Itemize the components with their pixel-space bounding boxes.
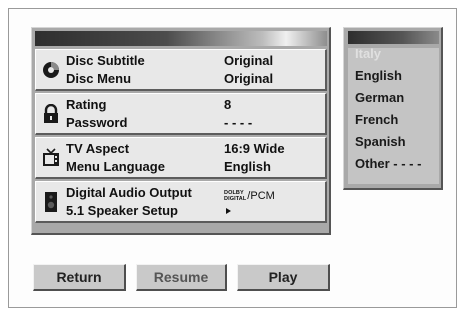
dolby-digital-logo: DOLBY DIGITAL (224, 190, 246, 202)
disc-subtitle-label: Disc Subtitle (66, 53, 145, 68)
password-row[interactable]: Password - - - - (66, 114, 324, 132)
play-button[interactable]: Play (237, 264, 330, 291)
disc-menu-row[interactable]: Disc Menu Original (66, 70, 324, 88)
language-list-panel: Italy English German French Spanish Othe… (343, 27, 443, 190)
lock-icon (41, 103, 61, 125)
menu-language-value: English (224, 159, 271, 174)
dolby-logo-line1: DOLBY (224, 189, 244, 196)
password-label: Password (66, 115, 128, 130)
setup-menu-title-bar (35, 31, 327, 46)
rating-value: 8 (224, 97, 232, 112)
language-options: Italy English German French Spanish Othe… (348, 46, 439, 184)
menu-language-label: Menu Language (66, 159, 165, 174)
disc-settings-group: Disc Subtitle Original Disc Menu Origina… (35, 49, 327, 91)
return-button[interactable]: Return (33, 264, 126, 291)
digital-audio-output-label: Digital Audio Output (66, 185, 192, 200)
language-option[interactable]: French (355, 109, 398, 131)
rating-label: Rating (66, 97, 107, 112)
speaker-setup-row[interactable]: 5.1 Speaker Setup (66, 202, 324, 220)
disc-menu-value: Original (224, 71, 274, 86)
speaker-icon (41, 191, 61, 213)
pcm-suffix: /PCM (247, 189, 275, 202)
lock-settings-group: Rating 8 Password - - - - (35, 93, 327, 135)
menu-language-row[interactable]: Menu Language English (66, 158, 324, 176)
tv-icon (41, 147, 61, 169)
tv-settings-group: TV Aspect 16:9 Wide Menu Language Englis… (35, 137, 327, 179)
tv-aspect-value: 16:9 Wide (224, 141, 285, 156)
rating-row[interactable]: Rating 8 (66, 96, 324, 114)
dolby-logo-line2: DIGITAL (224, 195, 247, 202)
setup-menu-panel: Disc Subtitle Original Disc Menu Origina… (31, 27, 331, 235)
language-option[interactable]: Italy (355, 43, 381, 65)
tv-aspect-label: TV Aspect (66, 141, 130, 156)
disc-icon (41, 59, 61, 81)
language-option[interactable]: German (355, 87, 404, 109)
tv-aspect-row[interactable]: TV Aspect 16:9 Wide (66, 140, 324, 158)
language-option[interactable]: English (355, 65, 402, 87)
digital-audio-output-value: DOLBY DIGITAL /PCM (224, 186, 275, 202)
resume-button[interactable]: Resume (136, 264, 227, 291)
audio-settings-group: Digital Audio Output DOLBY DIGITAL /PCM … (35, 181, 327, 223)
disc-subtitle-row[interactable]: Disc Subtitle Original (66, 52, 324, 70)
speaker-setup-label: 5.1 Speaker Setup (66, 203, 178, 218)
language-option[interactable]: Spanish (355, 131, 406, 153)
disc-subtitle-value: Original (224, 53, 274, 68)
digital-audio-output-row[interactable]: Digital Audio Output DOLBY DIGITAL /PCM (66, 184, 324, 202)
disc-menu-label: Disc Menu (66, 71, 132, 86)
submenu-arrow-icon (226, 208, 231, 214)
language-option[interactable]: Other - - - - (355, 153, 421, 175)
password-value: - - - - (224, 115, 253, 130)
